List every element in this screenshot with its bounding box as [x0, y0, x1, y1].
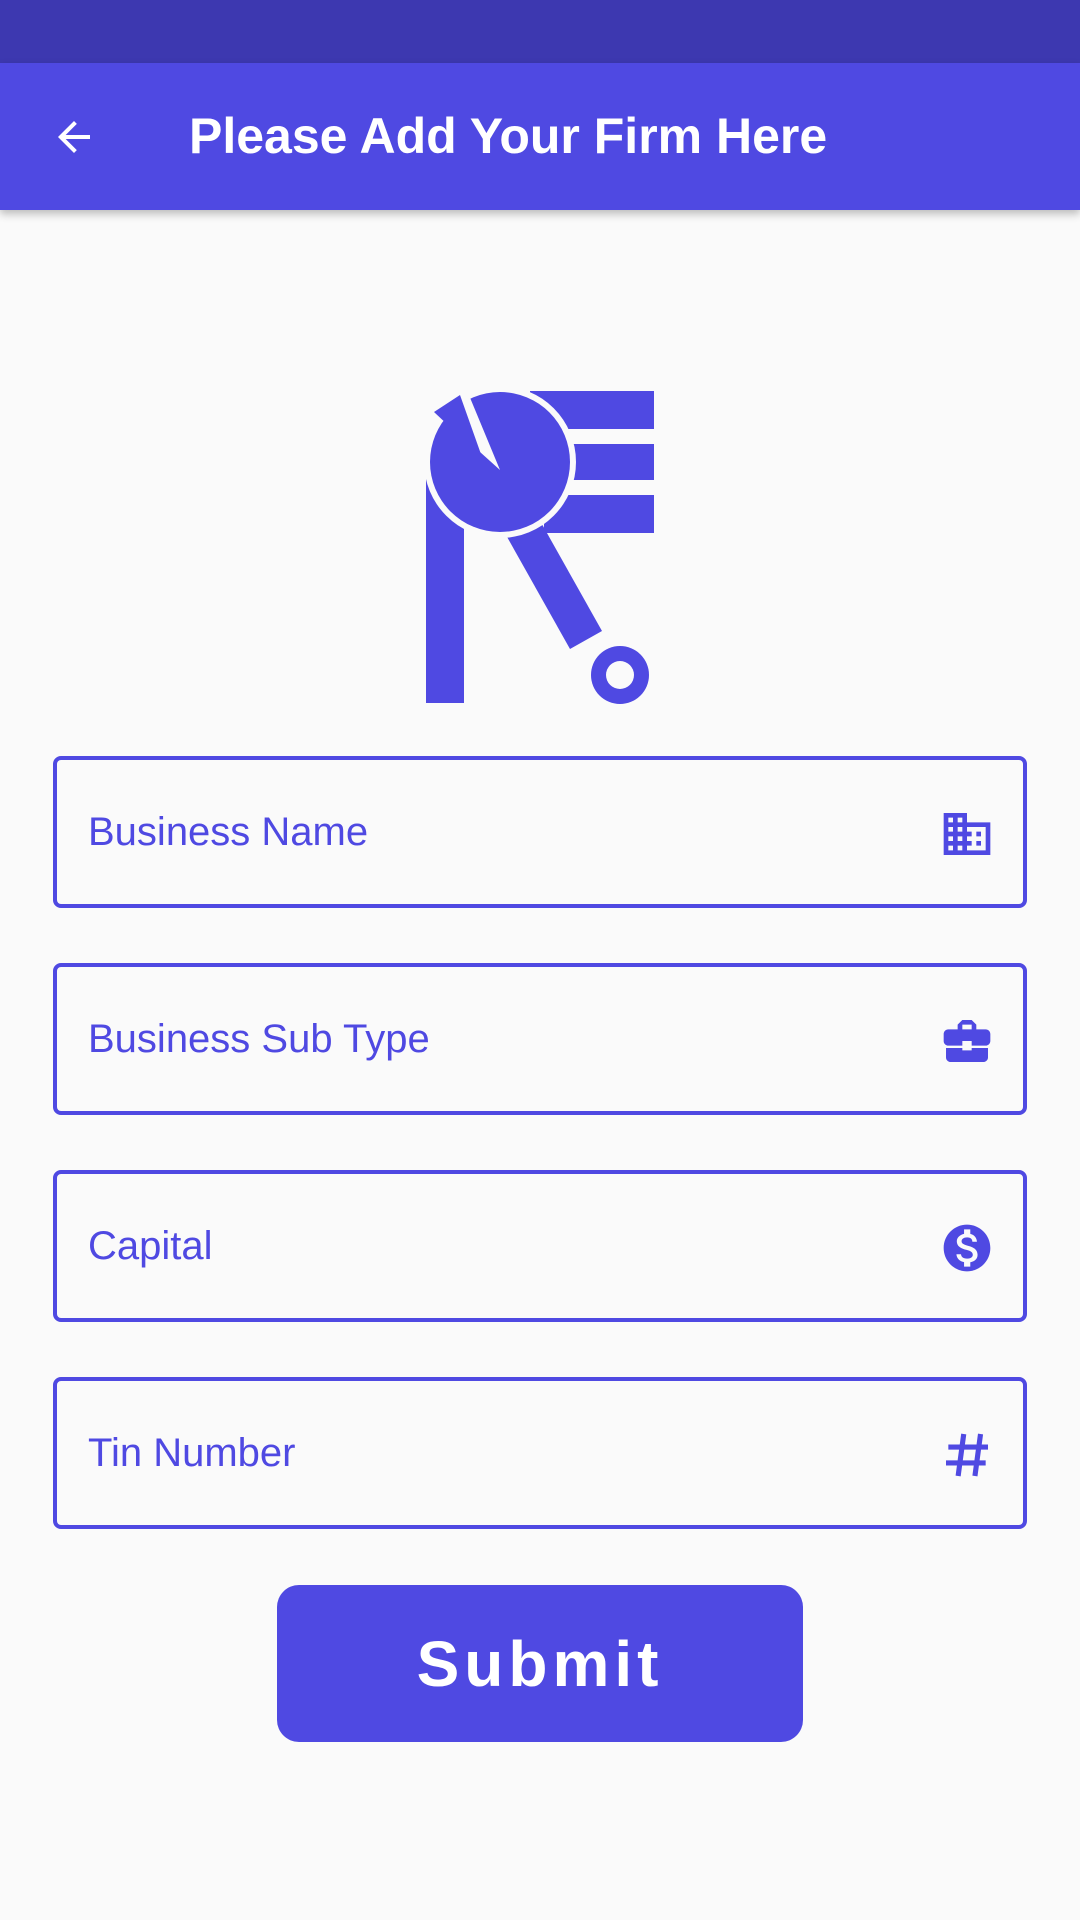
business-name-field[interactable]: Business Name	[53, 756, 1027, 908]
dollar-circle-icon	[939, 1220, 995, 1276]
tin-number-label: Tin Number	[88, 1431, 296, 1475]
rupee-wrench-logo	[424, 386, 654, 704]
page-title: Please Add Your Firm Here	[189, 108, 828, 164]
tin-number-field[interactable]: Tin Number	[53, 1377, 1027, 1529]
app-bar: Please Add Your Firm Here	[0, 63, 1080, 210]
back-button[interactable]	[36, 99, 112, 175]
business-sub-type-label: Business Sub Type	[88, 1017, 430, 1061]
building-icon	[939, 806, 995, 862]
submit-button[interactable]: Submit	[277, 1585, 803, 1742]
arrow-left-icon	[58, 121, 90, 153]
status-bar	[0, 0, 1080, 63]
hash-icon	[939, 1427, 995, 1483]
business-sub-type-field[interactable]: Business Sub Type	[53, 963, 1027, 1115]
briefcase-icon	[939, 1013, 995, 1069]
capital-label: Capital	[88, 1224, 213, 1268]
business-name-label: Business Name	[88, 810, 369, 854]
capital-field[interactable]: Capital	[53, 1170, 1027, 1322]
